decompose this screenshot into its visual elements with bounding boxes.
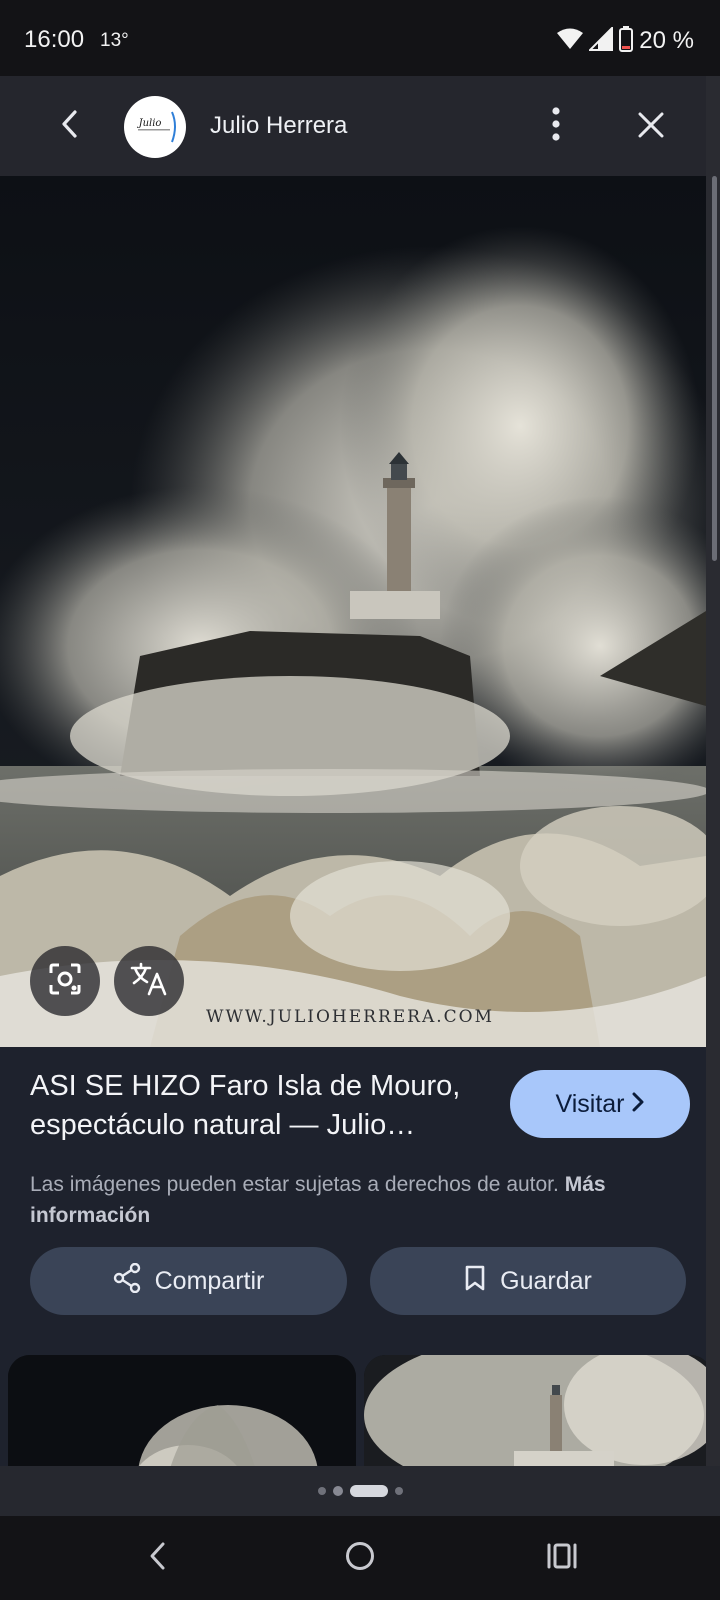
main-image[interactable]: WWW.JULIOHERRERA.COM bbox=[0, 176, 706, 1047]
lens-icon bbox=[47, 961, 83, 1002]
pager-dot-active[interactable] bbox=[349, 1485, 388, 1497]
back-button[interactable] bbox=[44, 100, 96, 152]
visit-label: Visitar bbox=[555, 1089, 625, 1118]
pager-dot[interactable] bbox=[317, 1487, 326, 1495]
share-button[interactable]: Compartir bbox=[30, 1247, 347, 1315]
wifi-icon bbox=[557, 28, 584, 55]
related-images bbox=[0, 1354, 706, 1466]
save-label: Guardar bbox=[500, 1266, 592, 1295]
visit-button[interactable]: Visitar bbox=[510, 1070, 690, 1138]
battery-icon bbox=[619, 25, 634, 57]
share-icon bbox=[113, 1262, 141, 1300]
nav-recents-button[interactable] bbox=[534, 1532, 590, 1584]
svg-text:Julio: Julio bbox=[137, 118, 162, 129]
nav-home-button[interactable] bbox=[332, 1532, 388, 1584]
status-temperature: 13° bbox=[100, 30, 129, 51]
home-circle-icon bbox=[344, 1540, 376, 1577]
pager-dot[interactable] bbox=[394, 1487, 403, 1495]
source-header: Julio Julio Herrera bbox=[0, 76, 706, 176]
share-label: Compartir bbox=[154, 1266, 265, 1295]
related-image-thumbnail[interactable] bbox=[8, 1355, 356, 1466]
status-icons: 20 % bbox=[557, 25, 694, 57]
more-vert-icon bbox=[551, 106, 561, 146]
copyright-text: Las imágenes pueden estar sujetas a dere… bbox=[30, 1173, 559, 1196]
battery-percent: 20 % bbox=[639, 27, 694, 54]
copyright-notice: Las imágenes pueden estar sujetas a dere… bbox=[30, 1169, 680, 1231]
chevron-left-icon bbox=[59, 109, 81, 144]
related-image-thumbnail[interactable] bbox=[364, 1355, 706, 1466]
save-button[interactable]: Guardar bbox=[370, 1247, 686, 1315]
lens-search-button[interactable] bbox=[30, 946, 100, 1016]
result-info-panel: ASI SE HIZO Faro Isla de Mouro, espectác… bbox=[0, 1047, 706, 1354]
status-bar: 16:00 13° 20 % bbox=[0, 0, 720, 76]
image-watermark: WWW.JULIOHERRERA.COM bbox=[206, 1007, 494, 1027]
bookmark-icon bbox=[464, 1264, 486, 1299]
translate-button[interactable] bbox=[114, 946, 184, 1016]
pager-dot[interactable] bbox=[332, 1486, 343, 1496]
translate-icon bbox=[130, 961, 168, 1002]
more-options-button[interactable] bbox=[532, 102, 580, 150]
pager-dots bbox=[0, 1466, 720, 1516]
status-time: 16:00 bbox=[24, 26, 85, 53]
close-icon bbox=[637, 111, 665, 144]
recents-icon bbox=[546, 1542, 578, 1575]
nav-back-button[interactable] bbox=[130, 1532, 186, 1584]
scrollbar[interactable] bbox=[712, 176, 717, 561]
source-avatar[interactable]: Julio bbox=[124, 96, 186, 158]
source-title[interactable]: Julio Herrera bbox=[210, 112, 347, 140]
close-button[interactable] bbox=[626, 102, 676, 152]
chevron-right-icon bbox=[631, 1090, 645, 1119]
system-nav-bar bbox=[0, 1516, 720, 1600]
nav-back-icon bbox=[148, 1541, 168, 1576]
cell-signal-icon bbox=[587, 25, 614, 56]
source-logo: Julio bbox=[137, 111, 176, 143]
result-title[interactable]: ASI SE HIZO Faro Isla de Mouro, espectác… bbox=[30, 1067, 500, 1145]
